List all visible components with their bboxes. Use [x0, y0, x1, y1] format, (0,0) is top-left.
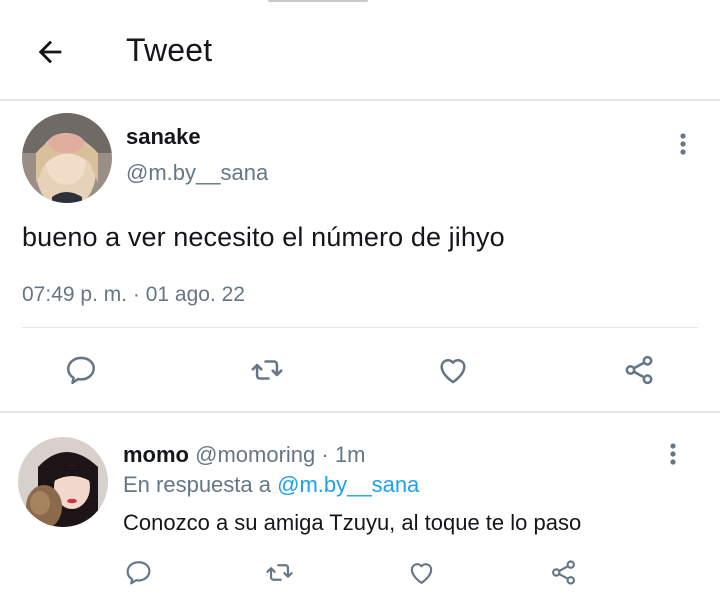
like-icon — [410, 562, 432, 584]
avatar[interactable] — [22, 113, 112, 203]
author-name[interactable]: sanake — [126, 124, 201, 150]
like-icon — [440, 358, 466, 384]
divider — [22, 327, 698, 328]
reply-text: Conozco a su amiga Tzuyu, al toque te lo… — [123, 510, 582, 535]
app-header: Tweet — [0, 0, 720, 101]
more-options-button[interactable] — [668, 124, 698, 164]
tweet-text: bueno a ver necesito el número de jihyo — [22, 222, 505, 252]
reply-context: En respuesta a @m.by__sana — [123, 472, 419, 498]
reply-mention-link[interactable]: @m.by__sana — [277, 472, 419, 497]
retweet-icon — [251, 360, 283, 380]
tweet-timestamp[interactable]: 07:49 p. m. · 01 ago. 22 — [22, 283, 245, 307]
share-button[interactable] — [616, 348, 662, 392]
back-button[interactable] — [28, 30, 72, 74]
reply-more-options-button[interactable] — [658, 434, 688, 474]
like-button[interactable] — [430, 348, 476, 392]
share-icon — [625, 355, 653, 385]
reply-icon — [126, 560, 150, 584]
reply-author-name[interactable]: momo — [123, 442, 189, 467]
share-icon — [551, 559, 575, 585]
more-vertical-icon — [670, 443, 676, 465]
reply-icon — [66, 356, 96, 385]
reply-reply-button[interactable] — [118, 552, 158, 592]
section-divider — [0, 411, 720, 413]
reply-context-label: En respuesta a — [123, 472, 271, 497]
reply-author-handle[interactable]: @momoring — [195, 442, 315, 467]
reply-header: momo @momoring · 1m — [123, 442, 365, 468]
reply-share-button[interactable] — [543, 552, 583, 592]
reply-avatar[interactable] — [18, 437, 108, 527]
reply-separator: · — [321, 442, 329, 467]
reply-like-button[interactable] — [401, 552, 441, 592]
reply-time[interactable]: 1m — [335, 442, 366, 467]
author-handle[interactable]: @m.by__sana — [126, 160, 268, 186]
page-title: Tweet — [126, 32, 213, 68]
reply-button[interactable] — [58, 348, 104, 392]
more-vertical-icon — [680, 133, 686, 155]
retweet-icon — [265, 563, 293, 581]
arrow-left-icon — [38, 40, 62, 64]
reply-retweet-button[interactable] — [259, 552, 299, 592]
retweet-button[interactable] — [244, 348, 290, 392]
